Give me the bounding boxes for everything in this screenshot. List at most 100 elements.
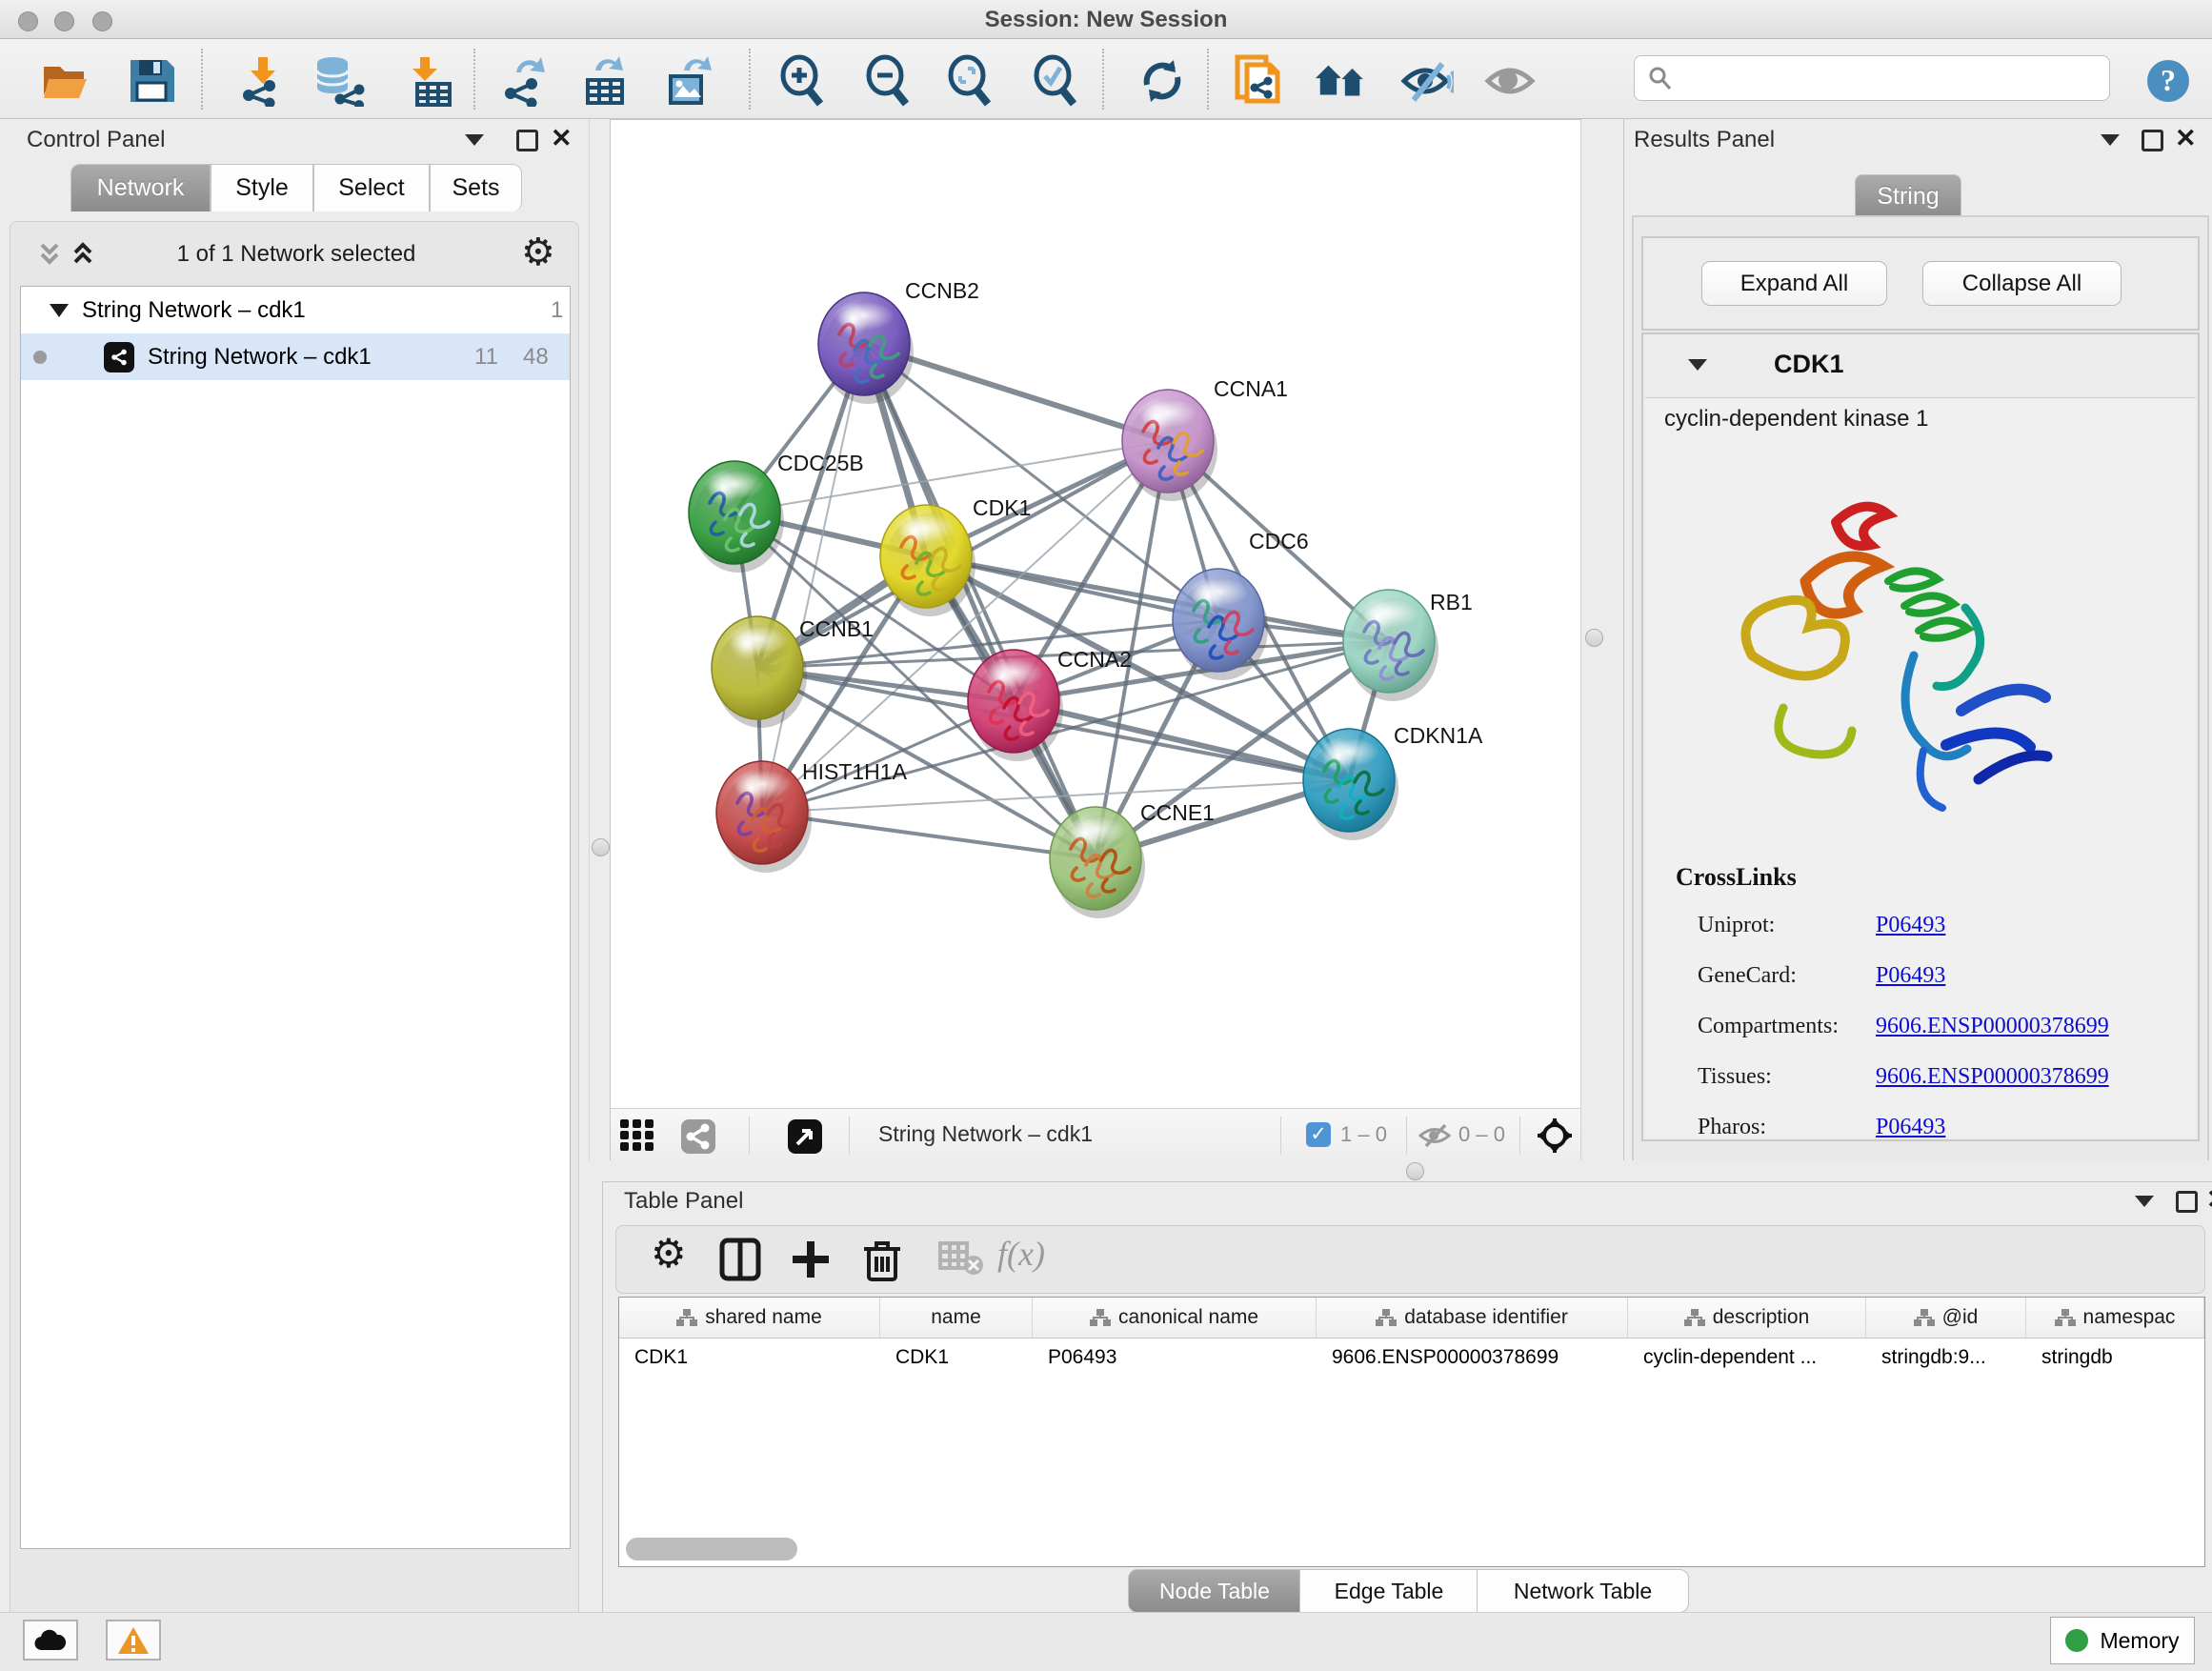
results-panel-menu-icon[interactable] <box>2101 134 2120 146</box>
network-node-cdkn1a[interactable]: CDKN1A <box>1303 723 1483 840</box>
tab-sets[interactable]: Sets <box>430 164 522 211</box>
network-options-gear-icon[interactable]: ⚙ <box>521 233 555 272</box>
table-cell[interactable]: P06493 <box>1033 1339 1317 1379</box>
node-details-header[interactable]: CDK1 <box>1643 334 2198 397</box>
column-header-canonical-name[interactable]: canonical name <box>1033 1298 1317 1338</box>
save-session-icon[interactable] <box>126 54 179 108</box>
network-node-rb1[interactable]: RB1 <box>1343 590 1473 701</box>
grid-view-icon[interactable] <box>620 1119 668 1152</box>
left-splitter-handle[interactable] <box>592 838 610 856</box>
clone-network-icon[interactable] <box>1233 54 1286 108</box>
node-table[interactable]: shared namenamecanonical namedatabase id… <box>618 1297 2205 1567</box>
table-panel-float-icon[interactable] <box>2176 1191 2198 1213</box>
control-panel-menu-icon[interactable] <box>465 134 484 146</box>
tab-node-table[interactable]: Node Table <box>1128 1569 1301 1613</box>
export-network-icon[interactable] <box>497 54 551 108</box>
table-options-gear-icon[interactable]: ⚙ <box>651 1232 687 1276</box>
export-image-icon[interactable] <box>663 54 716 108</box>
collapse-all-button[interactable]: Collapse All <box>1922 261 2122 306</box>
table-cell[interactable]: stringdb:9... <box>1866 1339 2026 1379</box>
column-header-name[interactable]: name <box>880 1298 1033 1338</box>
column-header--id[interactable]: @id <box>1866 1298 2026 1338</box>
table-cell[interactable]: cyclin-dependent ... <box>1628 1339 1866 1379</box>
help-icon[interactable]: ? <box>2142 54 2195 108</box>
tab-edge-table[interactable]: Edge Table <box>1299 1569 1478 1613</box>
tab-network[interactable]: Network <box>70 164 211 211</box>
birds-eye-view-icon[interactable] <box>1537 1117 1573 1154</box>
network-view[interactable]: CCNB2CCNA1CDC25BCDK1CDC6RB1CCNB1CCNA2CDK… <box>610 119 1581 1161</box>
table-cell[interactable]: CDK1 <box>619 1339 880 1379</box>
crosslink-link[interactable]: P06493 <box>1876 963 1945 989</box>
control-panel-close-icon[interactable]: ✕ <box>551 129 573 148</box>
table-horizontal-scrollbar[interactable] <box>626 1538 797 1560</box>
left-splitter[interactable] <box>589 119 611 1160</box>
table-cell[interactable]: 9606.ENSP00000378699 <box>1317 1339 1628 1379</box>
first-neighbors-icon[interactable] <box>1314 54 1367 108</box>
network-collection-row[interactable]: String Network – cdk1 1 <box>21 287 570 333</box>
tab-style[interactable]: Style <box>211 164 313 211</box>
expand-all-networks-icon[interactable] <box>70 239 96 270</box>
cloud-button[interactable] <box>23 1620 78 1661</box>
right-splitter-handle[interactable] <box>1585 629 1603 647</box>
network-node-ccne1[interactable]: CCNE1 <box>1050 800 1215 918</box>
control-panel-float-icon[interactable] <box>516 130 538 151</box>
network-row-selected[interactable]: String Network – cdk1 11 48 <box>21 333 570 380</box>
tab-string[interactable]: String <box>1855 174 1961 218</box>
network-icon-small[interactable] <box>681 1119 715 1154</box>
create-column-icon[interactable] <box>790 1238 832 1281</box>
right-splitter[interactable] <box>1580 119 1624 1160</box>
network-node-hist1h1a[interactable]: HIST1H1A <box>716 759 908 873</box>
delete-column-icon[interactable] <box>862 1238 902 1283</box>
zoom-in-icon[interactable] <box>775 54 829 108</box>
zoom-selected-icon[interactable] <box>1029 54 1082 108</box>
column-header-shared-name[interactable]: shared name <box>619 1298 880 1338</box>
show-all-icon[interactable] <box>1484 54 1538 108</box>
crosslink-link[interactable]: P06493 <box>1876 1115 1945 1140</box>
tab-network-table[interactable]: Network Table <box>1477 1569 1689 1613</box>
crosslink-link[interactable]: 9606.ENSP00000378699 <box>1876 1064 2109 1090</box>
network-edge[interactable] <box>762 344 864 813</box>
table-data-row[interactable]: CDK1CDK1P064939606.ENSP00000378699cyclin… <box>619 1339 2204 1379</box>
import-network-from-database-icon[interactable] <box>312 54 365 108</box>
network-node-ccna1[interactable]: CCNA1 <box>1122 376 1288 501</box>
search-input[interactable] <box>1680 65 2109 91</box>
hide-selected-icon[interactable] <box>1400 54 1454 108</box>
search-box[interactable] <box>1634 55 2110 101</box>
network-node-ccna2[interactable]: CCNA2 <box>968 647 1132 761</box>
tab-select[interactable]: Select <box>313 164 430 211</box>
zoom-fit-icon[interactable] <box>943 54 996 108</box>
table-panel-menu-icon[interactable] <box>2135 1196 2154 1207</box>
crosslink-link[interactable]: 9606.ENSP00000378699 <box>1876 1014 2109 1039</box>
refresh-icon[interactable] <box>1136 54 1189 108</box>
crosslink-link[interactable]: P06493 <box>1876 913 1945 938</box>
collection-collapse-icon[interactable] <box>50 304 69 317</box>
column-header-namespac[interactable]: namespac <box>2026 1298 2204 1338</box>
network-graph[interactable]: CCNB2CCNA1CDC25BCDK1CDC6RB1CCNB1CCNA2CDK… <box>611 120 1581 1108</box>
selected-checkbox-icon[interactable]: ✓ <box>1306 1122 1331 1147</box>
collapse-all-networks-icon[interactable] <box>36 239 63 270</box>
open-session-icon[interactable] <box>40 54 93 108</box>
node-label: CDC25B <box>777 451 864 475</box>
bottom-splitter-handle[interactable] <box>1406 1162 1424 1180</box>
export-table-icon[interactable] <box>578 54 632 108</box>
bottom-splitter[interactable] <box>589 1160 2212 1181</box>
table-panel-close-icon[interactable]: ✕ <box>2206 1190 2212 1209</box>
network-node-ccnb2[interactable]: CCNB2 <box>818 278 979 404</box>
show-columns-icon[interactable] <box>719 1238 761 1281</box>
network-edge[interactable] <box>762 813 1096 858</box>
table-cell[interactable]: stringdb <box>2026 1339 2204 1379</box>
results-panel-float-icon[interactable] <box>2142 130 2163 151</box>
table-cell[interactable]: CDK1 <box>880 1339 1033 1379</box>
warnings-button[interactable] <box>106 1620 161 1661</box>
section-collapse-icon[interactable] <box>1688 359 1707 371</box>
column-header-description[interactable]: description <box>1628 1298 1866 1338</box>
results-panel-close-icon[interactable]: ✕ <box>2175 129 2197 148</box>
expand-all-button[interactable]: Expand All <box>1701 261 1887 306</box>
zoom-out-icon[interactable] <box>861 54 915 108</box>
open-in-new-window-icon[interactable] <box>788 1119 822 1154</box>
memory-button[interactable]: Memory <box>2050 1617 2195 1664</box>
import-network-icon[interactable] <box>235 54 289 108</box>
network-edge[interactable] <box>1014 701 1349 780</box>
column-header-database-identifier[interactable]: database identifier <box>1317 1298 1628 1338</box>
import-table-icon[interactable] <box>403 54 456 108</box>
